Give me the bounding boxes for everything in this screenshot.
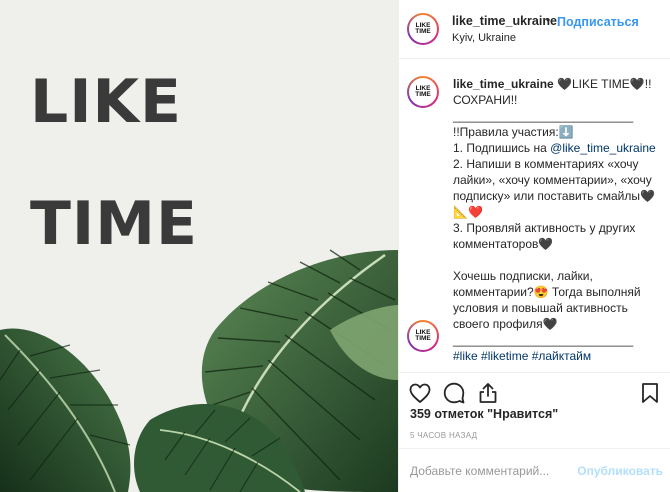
caption-mention-link[interactable]: @like_time_ukraine: [550, 141, 656, 155]
caption-closing: Хочешь подписки, лайки, комментарии?😍 То…: [453, 269, 644, 331]
post-comment-button[interactable]: Опубликовать: [577, 461, 663, 481]
avatar-logo-text: LIKE TIME: [415, 22, 431, 35]
avatar[interactable]: LIKE TIME: [407, 13, 439, 45]
caption-rule-2: 2. Напиши в комментариях «хочу лайки», «…: [453, 157, 656, 219]
caption-avatar-logo-text: LIKE TIME: [415, 85, 431, 98]
caption-rule-3: 3. Проявляй активность у других коммента…: [453, 221, 639, 251]
add-comment-bar: Опубликовать: [399, 448, 670, 492]
comment-input[interactable]: [410, 461, 570, 481]
share-arrow-icon[interactable]: [476, 381, 500, 405]
caption-divider: ___________________________: [453, 109, 634, 123]
bookmark-icon[interactable]: [638, 381, 662, 405]
action-bar: [399, 372, 670, 412]
caption-rule-1-prefix: 1. Подпишись на: [453, 141, 551, 155]
palm-leaves-illustration: [0, 249, 398, 492]
header-username[interactable]: like_time_ukraine: [452, 14, 557, 28]
location-link[interactable]: Kyiv, Ukraine: [452, 32, 516, 44]
comment-avatar-logo-text: LIKE TIME: [415, 329, 431, 342]
heart-outline-icon[interactable]: [408, 381, 432, 405]
likes-count[interactable]: 359 отметок "Нравится": [410, 407, 558, 421]
caption-hashtags[interactable]: #like #liketime #лайктайм: [453, 349, 591, 363]
post-header: LIKE TIME like_time_ukraine • Подписатьс…: [399, 0, 670, 59]
post-image[interactable]: LIKE TIME: [0, 0, 398, 492]
post-timestamp[interactable]: 5 ЧАСОВ НАЗАД: [410, 431, 477, 440]
comment-avatar[interactable]: LIKE TIME: [407, 320, 439, 352]
caption-rules-title: !!Правила участия:⬇️: [453, 125, 574, 139]
caption-text: like_time_ukraine 🖤LIKE TIME🖤!! СОХРАНИ!…: [453, 76, 665, 364]
caption-avatar[interactable]: LIKE TIME: [407, 76, 439, 108]
header-separator: •: [546, 13, 551, 27]
speech-bubble-icon[interactable]: [442, 381, 466, 405]
comments-section[interactable]: LIKE TIME like_time_ukraine 🖤LIKE TIME🖤!…: [399, 60, 670, 372]
caption-username[interactable]: like_time_ukraine: [453, 77, 554, 91]
follow-button[interactable]: Подписаться: [557, 15, 639, 29]
caption-divider-2: ___________________________: [453, 333, 634, 347]
post-side-panel: LIKE TIME like_time_ukraine • Подписатьс…: [398, 0, 670, 492]
